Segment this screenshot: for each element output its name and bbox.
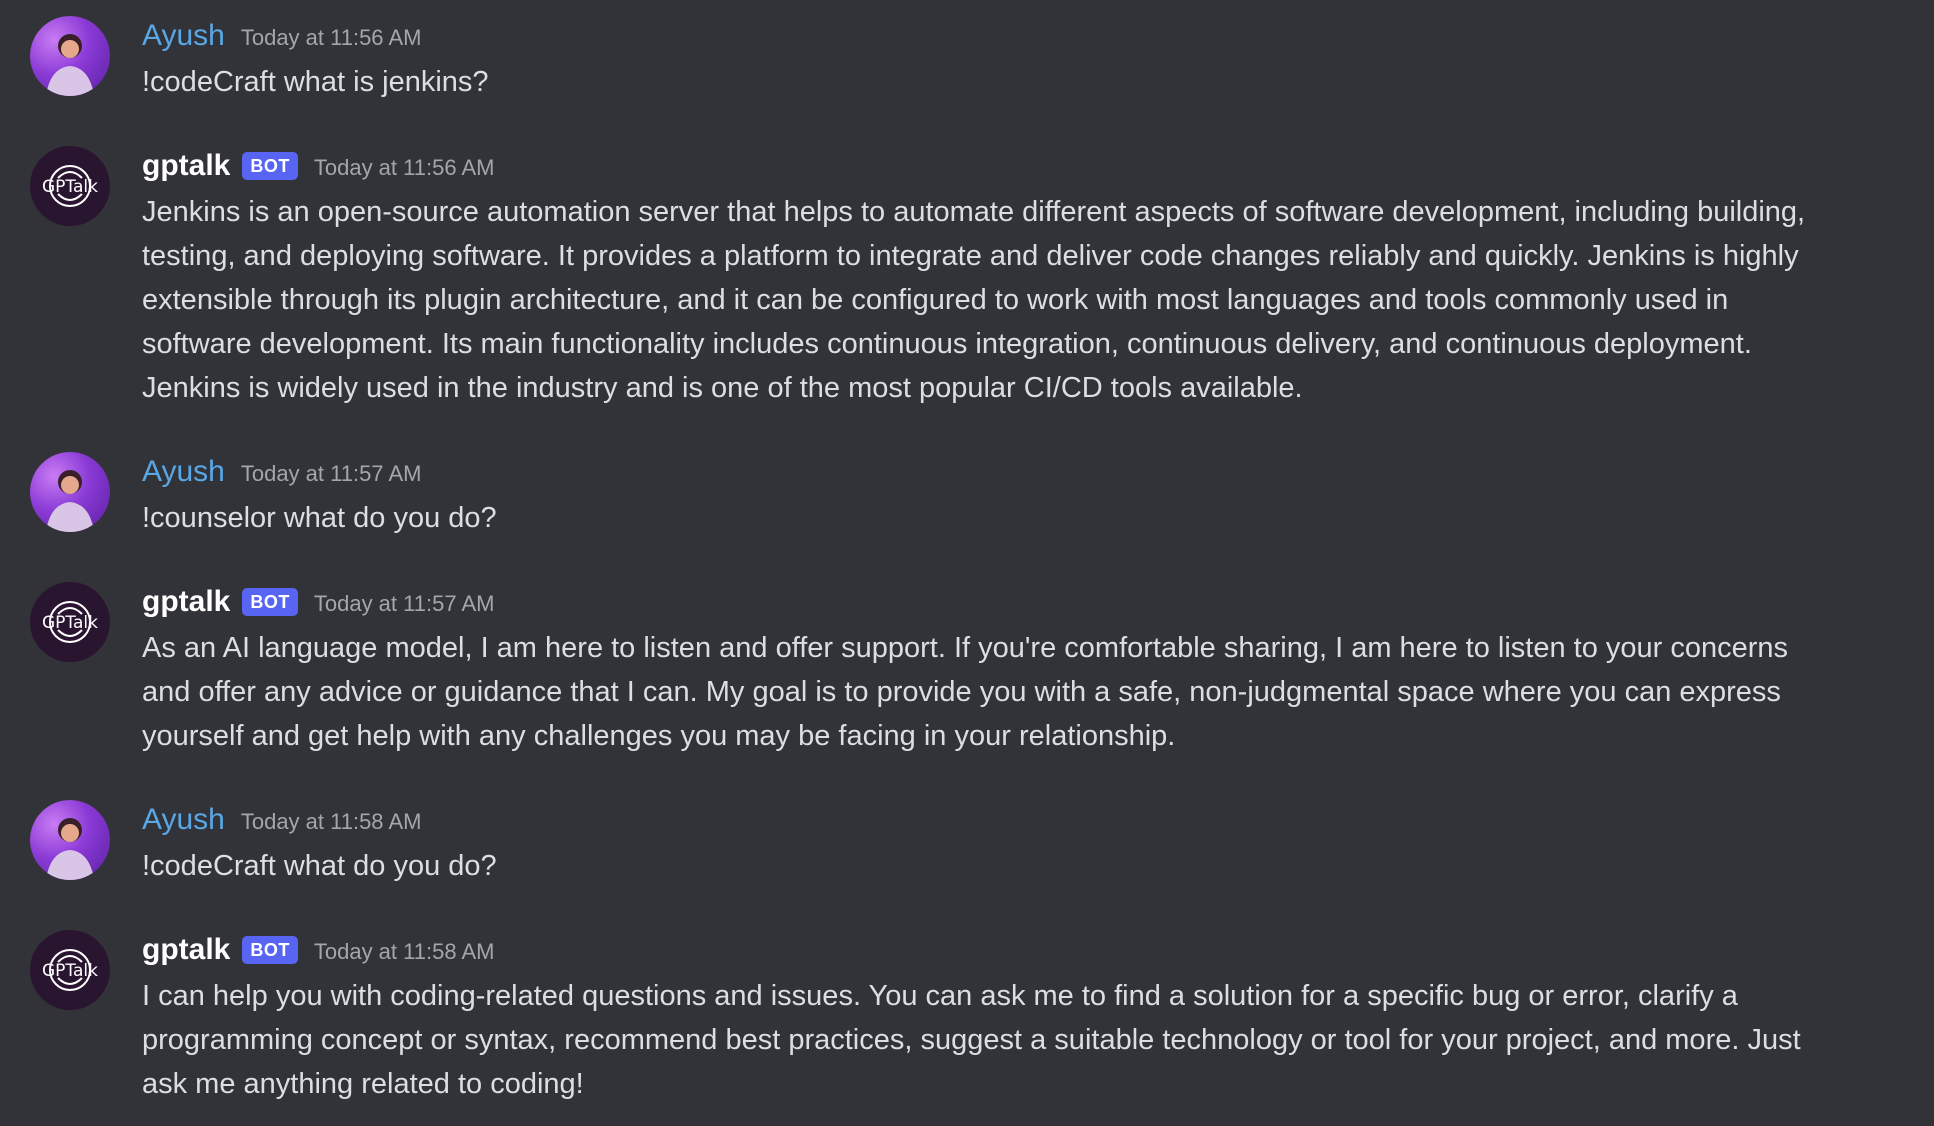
bot-avatar[interactable]: GPTalk [30,582,110,662]
bot-badge: BOT [242,936,298,964]
username[interactable]: Ayush [142,16,225,56]
message-header: gptalk BOT Today at 11:57 AM [142,582,494,622]
person-icon [46,34,94,96]
message-content: I can help you with coding-related quest… [142,980,1801,1100]
timestamp[interactable]: Today at 11:56 AM [241,18,422,58]
username[interactable]: Ayush [142,800,225,840]
person-icon [46,470,94,532]
timestamp[interactable]: Today at 11:57 AM [241,454,422,494]
bot-avatar[interactable]: GPTalk [30,930,110,1010]
message-content: !counselor what do you do? [142,502,497,534]
message-header: Ayush Today at 11:57 AM [142,452,421,492]
svg-text:GPTalk: GPTalk [42,177,98,197]
user-avatar[interactable] [30,452,110,532]
gptalk-logo-icon: GPTalk [30,582,110,662]
message-content: Jenkins is an open-source automation ser… [142,196,1806,404]
timestamp[interactable]: Today at 11:58 AM [314,932,495,972]
message-header: Ayush Today at 11:58 AM [142,800,421,840]
user-avatar[interactable] [30,800,110,880]
message-content: !codeCraft what is jenkins? [142,66,489,98]
message-header: gptalk BOT Today at 11:56 AM [142,146,494,186]
username[interactable]: Ayush [142,452,225,492]
user-avatar[interactable] [30,16,110,96]
bot-badge: BOT [242,152,298,180]
message-header: Ayush Today at 11:56 AM [142,16,421,56]
timestamp[interactable]: Today at 11:56 AM [314,148,495,188]
message-content: !codeCraft what do you do? [142,850,497,882]
gptalk-logo-icon: GPTalk [30,146,110,226]
message-content: As an AI language model, I am here to li… [142,632,1789,752]
person-icon [46,818,94,880]
username[interactable]: gptalk [142,930,230,970]
timestamp[interactable]: Today at 11:57 AM [314,584,495,624]
message-header: gptalk BOT Today at 11:58 AM [142,930,494,970]
chat-message-list: Ayush Today at 11:56 AM !codeCraft what … [0,0,1934,1126]
gptalk-logo-icon: GPTalk [30,930,110,1010]
bot-avatar[interactable]: GPTalk [30,146,110,226]
timestamp[interactable]: Today at 11:58 AM [241,802,422,842]
svg-text:GPTalk: GPTalk [42,613,98,633]
username[interactable]: gptalk [142,146,230,186]
username[interactable]: gptalk [142,582,230,622]
svg-text:GPTalk: GPTalk [42,961,98,981]
bot-badge: BOT [242,588,298,616]
